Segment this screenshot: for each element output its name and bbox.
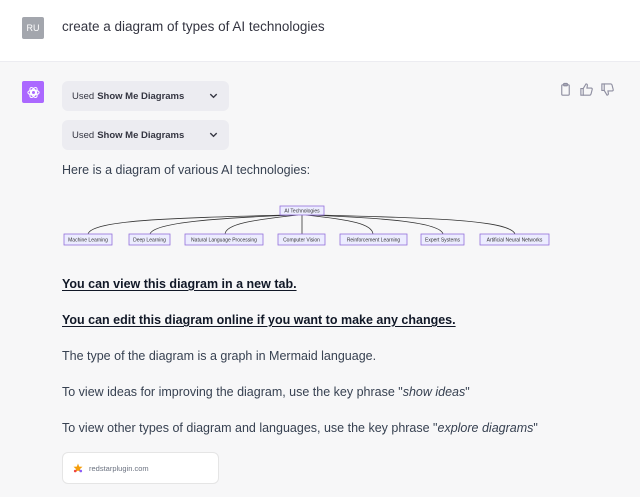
- diagram-node-label: Computer Vision: [283, 237, 320, 243]
- show-ideas-phrase: show ideas: [402, 385, 466, 399]
- diagram-node-label: Artificial Neural Networks: [487, 237, 543, 243]
- diagram-node: Artificial Neural Networks: [479, 233, 550, 246]
- explore-suffix: ": [533, 421, 538, 435]
- diagram-edges: [87, 214, 516, 235]
- plugin-chip-prefix: Used: [72, 90, 95, 102]
- explore-prefix: To view other types of diagram and langu…: [62, 421, 438, 435]
- user-message-text: create a diagram of types of AI technolo…: [62, 19, 325, 34]
- openai-logo-icon: [26, 86, 40, 98]
- edit-diagram-link[interactable]: You can edit this diagram online if you …: [62, 313, 456, 327]
- diagram-node-label: Deep Learning: [133, 237, 166, 243]
- plugin-used-chip[interactable]: Used Show Me Diagrams: [62, 81, 229, 111]
- source-link-card[interactable]: redstarplugin.com: [62, 452, 219, 484]
- diagram-node-label: Expert Systems: [425, 237, 461, 243]
- plugin-chip-prefix: Used: [72, 129, 95, 141]
- diagram-node: Expert Systems: [420, 233, 465, 246]
- explore-diagrams-text: To view other types of diagram and langu…: [62, 421, 538, 435]
- chevron-down-icon: [209, 132, 218, 138]
- diagram-root-label: AI Technologies: [284, 208, 320, 214]
- show-ideas-suffix: ": [465, 385, 470, 399]
- show-ideas-prefix: To view ideas for improving the diagram,…: [62, 385, 403, 399]
- plugin-chip-name: Show Me Diagrams: [97, 90, 185, 102]
- plugin-used-chip[interactable]: Used Show Me Diagrams: [62, 120, 229, 150]
- thumbs-down-icon[interactable]: [600, 82, 615, 97]
- ai-technologies-diagram[interactable]: AI Technologies Machine Learning Deep Le…: [62, 200, 582, 252]
- diagram-node-label: Natural Language Processing: [191, 237, 257, 243]
- explore-phrase: explore diagrams: [437, 421, 534, 435]
- chevron-down-icon: [209, 93, 218, 99]
- diagram-node: Natural Language Processing: [184, 233, 264, 246]
- diagram-node: Machine Learning: [63, 233, 113, 246]
- show-ideas-text: To view ideas for improving the diagram,…: [62, 385, 470, 399]
- user-avatar: RU: [22, 17, 44, 39]
- user-message-row: RU create a diagram of types of AI techn…: [0, 0, 640, 62]
- assistant-avatar: [22, 81, 44, 103]
- diagram-root-node: AI Technologies: [279, 205, 325, 216]
- intro-text: Here is a diagram of various AI technolo…: [62, 163, 311, 177]
- source-link-text: redstarplugin.com: [89, 463, 149, 473]
- message-actions: [558, 82, 615, 97]
- diagram-node: Deep Learning: [128, 233, 171, 246]
- redstar-plugin-icon: [73, 463, 83, 473]
- diagram-node: Reinforcement Learning: [339, 233, 408, 246]
- diagram-node-label: Machine Learning: [68, 237, 108, 243]
- thumbs-up-icon[interactable]: [579, 82, 594, 97]
- diagram-type-text: The type of the diagram is a graph in Me…: [62, 349, 377, 363]
- diagram-node-label: Reinforcement Learning: [347, 237, 401, 243]
- copy-clipboard-icon[interactable]: [558, 82, 573, 97]
- view-diagram-link[interactable]: You can view this diagram in a new tab.: [62, 277, 297, 291]
- plugin-chip-name: Show Me Diagrams: [97, 129, 185, 141]
- diagram-node: Computer Vision: [277, 233, 326, 246]
